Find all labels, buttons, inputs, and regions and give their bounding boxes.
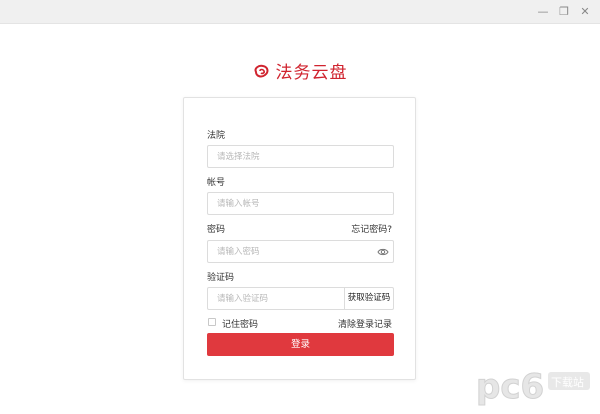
captcha-input[interactable] [217, 288, 337, 309]
eye-icon[interactable] [377, 246, 389, 258]
court-input[interactable] [217, 146, 377, 167]
password-input[interactable] [217, 241, 377, 262]
remember-password-checkbox[interactable] [208, 318, 216, 326]
window-titlebar: — ❐ ✕ [0, 0, 600, 24]
clear-login-records-link[interactable]: 清除登录记录 [338, 317, 392, 330]
court-label: 法院 [207, 131, 226, 141]
cloud-swirl-logo-icon [254, 64, 268, 77]
login-card: 法院 帐号 密码 忘记密码? 验证码 获取验证码 记住密码 清除登录记录 登录 [183, 97, 416, 380]
account-field[interactable] [207, 192, 394, 215]
password-field[interactable] [207, 240, 394, 263]
court-select[interactable] [207, 145, 394, 168]
password-label: 密码 [207, 225, 226, 235]
forgot-password-link[interactable]: 忘记密码? [351, 222, 392, 235]
account-input[interactable] [217, 193, 377, 214]
restore-button[interactable]: ❐ [556, 4, 572, 20]
get-captcha-button[interactable]: 获取验证码 [344, 288, 393, 309]
account-label: 帐号 [207, 178, 226, 188]
watermark-badge-text: 下载站 [551, 375, 584, 389]
watermark-logo-text: pc6 [476, 367, 544, 406]
captcha-label: 验证码 [207, 273, 235, 283]
pc6-watermark-logo: pc6 下载站 [476, 367, 590, 406]
captcha-field[interactable]: 获取验证码 [207, 287, 394, 310]
remember-password-label[interactable]: 记住密码 [222, 317, 258, 330]
close-button[interactable]: ✕ [577, 4, 593, 20]
app-title: 法务云盘 [275, 63, 348, 83]
minimize-button[interactable]: — [535, 4, 551, 20]
login-button[interactable]: 登录 [207, 333, 394, 356]
brand-header: 法务云盘 [0, 58, 600, 84]
